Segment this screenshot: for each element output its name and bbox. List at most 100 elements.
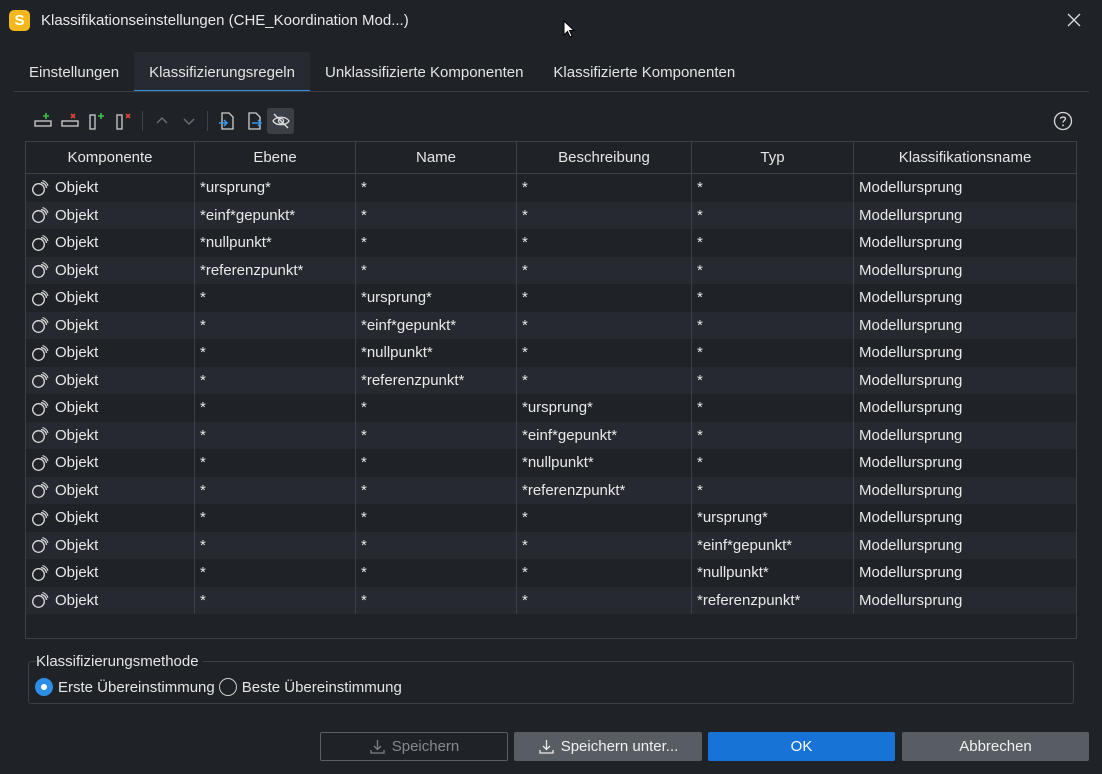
table-cell-komponente[interactable]: Objekt xyxy=(26,339,195,367)
table-cell-komponente[interactable]: Objekt xyxy=(26,476,195,504)
table-cell-ebene[interactable]: *ursprung* xyxy=(195,174,356,202)
table-cell-typ[interactable]: * xyxy=(692,174,854,202)
tab-unklassifizierte-komponenten[interactable]: Unklassifizierte Komponenten xyxy=(310,52,538,92)
table-cell-name[interactable]: * xyxy=(356,256,517,284)
table-cell-komponente[interactable]: Objekt xyxy=(26,531,195,559)
table-cell-beschreibung[interactable]: * xyxy=(517,229,692,257)
table-cell-klassifikationsname[interactable]: Modellursprung xyxy=(854,367,1076,395)
table-cell-ebene[interactable]: * xyxy=(195,449,356,477)
table-row[interactable]: Objekt * * *referenzpunkt* * Modellursprung xyxy=(26,476,1076,505)
table-row[interactable]: Objekt * * *einf*gepunkt* * Modellursprung xyxy=(26,421,1076,449)
table-cell-name[interactable]: *nullpunkt* xyxy=(356,339,517,367)
table-cell-typ[interactable]: * xyxy=(692,421,854,449)
table-cell-ebene[interactable]: * xyxy=(195,394,356,422)
table-cell-typ[interactable]: * xyxy=(692,339,854,367)
radio-first-match[interactable]: Erste Übereinstimmung xyxy=(35,678,215,696)
table-cell-beschreibung[interactable]: * xyxy=(517,311,692,339)
table-cell-typ[interactable]: *nullpunkt* xyxy=(692,559,854,587)
table-cell-komponente[interactable]: Objekt xyxy=(26,449,195,477)
table-cell-klassifikationsname[interactable]: Modellursprung xyxy=(854,587,1076,615)
table-cell-ebene[interactable]: *nullpunkt* xyxy=(195,229,356,257)
table-cell-ebene[interactable]: * xyxy=(195,586,356,614)
table-row[interactable]: Objekt * * * *einf*gepunkt* Modellursprung xyxy=(26,531,1076,560)
table-cell-beschreibung[interactable]: * xyxy=(517,531,692,559)
table-cell-klassifikationsname[interactable]: Modellursprung xyxy=(854,257,1076,285)
table-cell-name[interactable]: * xyxy=(356,586,517,614)
save-button[interactable]: Speichern xyxy=(320,732,508,761)
column-header-komponente[interactable]: Komponente xyxy=(26,142,195,173)
export-button[interactable] xyxy=(240,108,267,134)
table-cell-beschreibung[interactable]: *nullpunkt* xyxy=(517,449,692,477)
table-cell-typ[interactable]: * xyxy=(692,394,854,422)
move-down-button[interactable] xyxy=(175,108,202,134)
table-cell-beschreibung[interactable]: * xyxy=(517,586,692,614)
table-row[interactable]: Objekt * * * *nullpunkt* Modellursprung xyxy=(26,559,1076,587)
table-cell-komponente[interactable]: Objekt xyxy=(26,504,195,532)
column-header-klassifikationsname[interactable]: Klassifikationsname xyxy=(854,142,1076,173)
table-cell-komponente[interactable]: Objekt xyxy=(26,284,195,312)
import-button[interactable] xyxy=(213,108,240,134)
column-header-typ[interactable]: Typ xyxy=(692,142,854,173)
table-cell-name[interactable]: *ursprung* xyxy=(356,284,517,312)
table-cell-klassifikationsname[interactable]: Modellursprung xyxy=(854,312,1076,340)
table-row[interactable]: Objekt *referenzpunkt* * * * Modellursprung xyxy=(26,256,1076,285)
table-row[interactable]: Objekt *ursprung* * * * Modellursprung xyxy=(26,174,1076,202)
table-cell-ebene[interactable]: * xyxy=(195,531,356,559)
table-cell-typ[interactable]: *ursprung* xyxy=(692,504,854,532)
help-button[interactable] xyxy=(1052,110,1074,132)
table-cell-name[interactable]: * xyxy=(356,174,517,202)
add-column-button[interactable] xyxy=(83,108,110,134)
table-cell-klassifikationsname[interactable]: Modellursprung xyxy=(854,559,1076,587)
hide-toggle-button[interactable] xyxy=(267,108,294,134)
table-cell-typ[interactable]: * xyxy=(692,366,854,394)
table-cell-klassifikationsname[interactable]: Modellursprung xyxy=(854,174,1076,202)
table-cell-beschreibung[interactable]: * xyxy=(517,559,692,587)
table-cell-beschreibung[interactable]: * xyxy=(517,174,692,202)
table-cell-komponente[interactable]: Objekt xyxy=(26,586,195,614)
table-cell-komponente[interactable]: Objekt xyxy=(26,174,195,202)
table-cell-name[interactable]: * xyxy=(356,421,517,449)
add-row-button[interactable] xyxy=(29,108,56,134)
tab-einstellungen[interactable]: Einstellungen xyxy=(14,52,134,92)
table-cell-komponente[interactable]: Objekt xyxy=(26,421,195,449)
table-cell-typ[interactable]: * xyxy=(692,449,854,477)
table-cell-ebene[interactable]: *einf*gepunkt* xyxy=(195,201,356,229)
table-cell-klassifikationsname[interactable]: Modellursprung xyxy=(854,532,1076,560)
table-cell-komponente[interactable]: Objekt xyxy=(26,229,195,257)
table-cell-ebene[interactable]: * xyxy=(195,476,356,504)
table-cell-komponente[interactable]: Objekt xyxy=(26,559,195,587)
table-row[interactable]: Objekt *einf*gepunkt* * * * Modellursprung xyxy=(26,201,1076,230)
cancel-button[interactable]: Abbrechen xyxy=(902,732,1089,761)
table-cell-komponente[interactable]: Objekt xyxy=(26,394,195,422)
remove-column-button[interactable] xyxy=(110,108,137,134)
table-cell-name[interactable]: * xyxy=(356,449,517,477)
radio-best-match[interactable]: Beste Übereinstimmung xyxy=(218,678,402,696)
table-cell-ebene[interactable]: * xyxy=(195,366,356,394)
table-cell-beschreibung[interactable]: *ursprung* xyxy=(517,394,692,422)
table-cell-name[interactable]: *einf*gepunkt* xyxy=(356,311,517,339)
column-header-name[interactable]: Name xyxy=(356,142,517,173)
table-cell-name[interactable]: * xyxy=(356,476,517,504)
table-cell-beschreibung[interactable]: * xyxy=(517,284,692,312)
table-cell-klassifikationsname[interactable]: Modellursprung xyxy=(854,449,1076,477)
save-as-button[interactable]: Speichern unter... xyxy=(514,732,702,761)
table-cell-klassifikationsname[interactable]: Modellursprung xyxy=(854,202,1076,230)
table-cell-komponente[interactable]: Objekt xyxy=(26,256,195,284)
table-cell-klassifikationsname[interactable]: Modellursprung xyxy=(854,477,1076,505)
table-row[interactable]: Objekt * *einf*gepunkt* * * Modellursprung xyxy=(26,311,1076,340)
table-cell-klassifikationsname[interactable]: Modellursprung xyxy=(854,284,1076,312)
table-cell-beschreibung[interactable]: * xyxy=(517,339,692,367)
column-header-beschreibung[interactable]: Beschreibung xyxy=(517,142,692,173)
table-row[interactable]: Objekt * * *nullpunkt* * Modellursprung xyxy=(26,449,1076,477)
tab-klassifizierungsregeln[interactable]: Klassifizierungsregeln xyxy=(134,52,310,92)
table-cell-ebene[interactable]: * xyxy=(195,311,356,339)
table-cell-klassifikationsname[interactable]: Modellursprung xyxy=(854,504,1076,532)
table-cell-beschreibung[interactable]: *referenzpunkt* xyxy=(517,476,692,504)
table-cell-typ[interactable]: * xyxy=(692,311,854,339)
table-cell-name[interactable]: *referenzpunkt* xyxy=(356,366,517,394)
table-cell-typ[interactable]: * xyxy=(692,229,854,257)
table-cell-name[interactable]: * xyxy=(356,504,517,532)
table-cell-beschreibung[interactable]: * xyxy=(517,256,692,284)
table-cell-typ[interactable]: * xyxy=(692,256,854,284)
table-cell-name[interactable]: * xyxy=(356,394,517,422)
